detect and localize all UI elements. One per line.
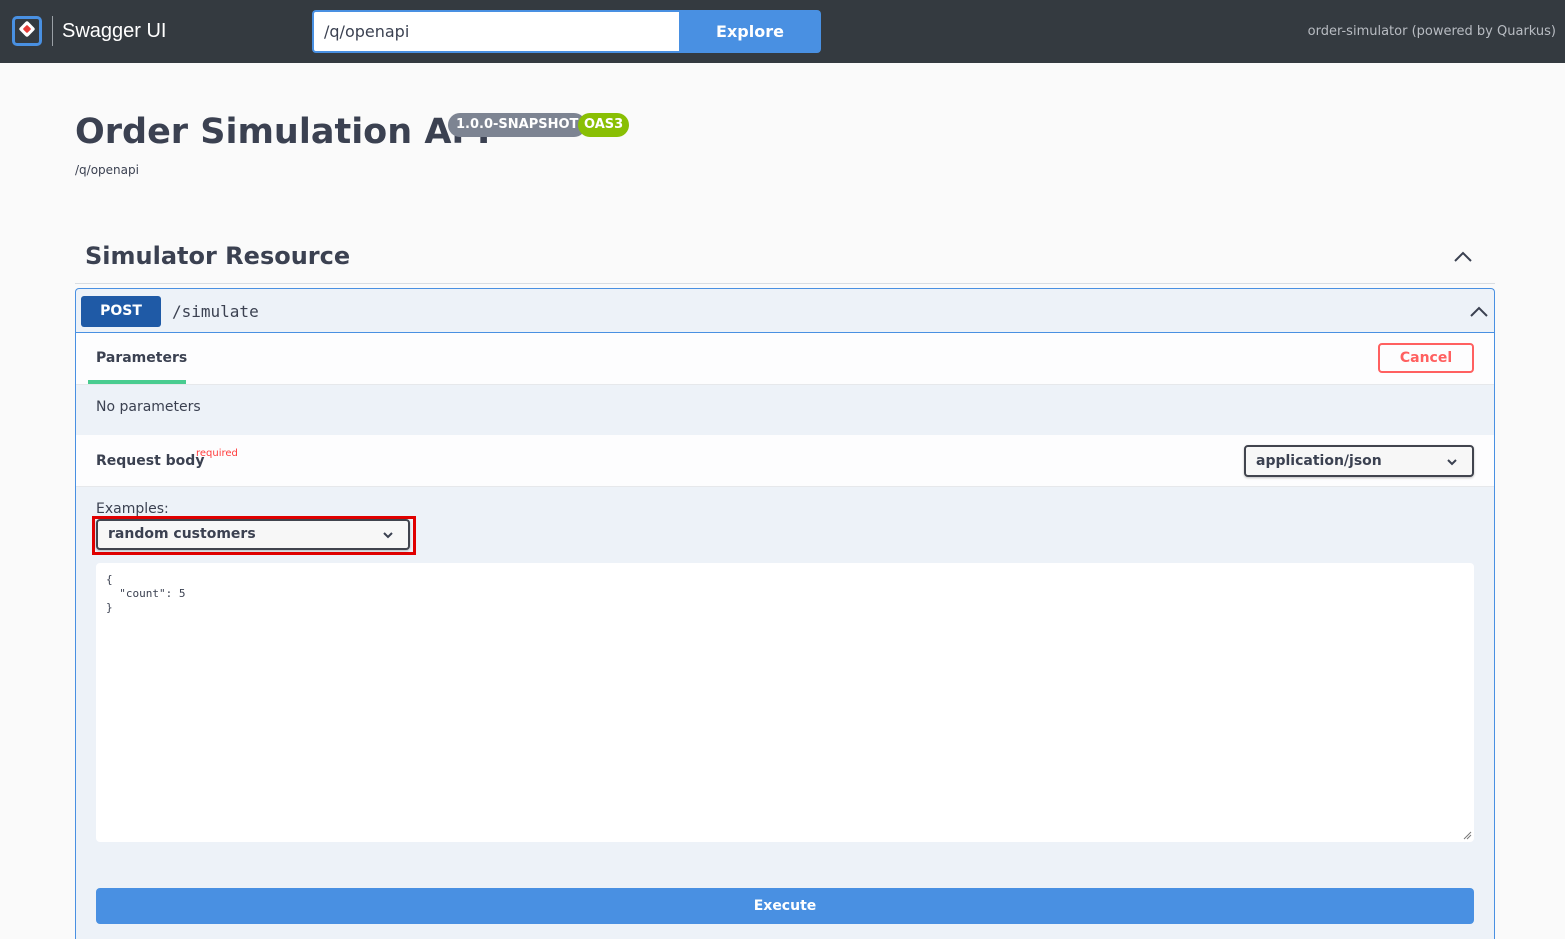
chevron-up-icon[interactable] [1470, 303, 1488, 321]
swagger-logo-icon[interactable] [12, 16, 42, 46]
opblock-post-simulate: POST /simulate Parameters Cancel No para… [75, 288, 1495, 939]
chevron-up-icon[interactable] [1453, 247, 1473, 267]
request-body-header: Request body required application/json [76, 435, 1494, 487]
tab-parameters-label: Parameters [96, 350, 188, 366]
content-type-value: application/json [1256, 453, 1382, 469]
spec-url-link[interactable]: /q/openapi [75, 163, 139, 177]
explore-button[interactable]: Explore [679, 10, 821, 53]
parameters-header: Parameters Cancel [76, 333, 1494, 385]
chevron-down-icon [1447, 459, 1457, 466]
cancel-button[interactable]: Cancel [1378, 343, 1474, 373]
examples-select[interactable]: random customers [96, 519, 410, 550]
resize-handle-icon[interactable] [1462, 830, 1472, 840]
execute-button[interactable]: Execute [96, 888, 1474, 924]
version-badge: 1.0.0-SNAPSHOT [448, 113, 587, 137]
topbar: Swagger UI Explore order-simulator (powe… [0, 0, 1565, 63]
request-body-editor[interactable]: { "count": 5 } [96, 563, 1474, 842]
method-badge: POST [81, 296, 161, 327]
required-marker: required [196, 448, 238, 459]
tag-title: Simulator Resource [85, 242, 351, 270]
chevron-down-icon [383, 532, 393, 539]
examples-select-value: random customers [108, 526, 256, 542]
opblock-summary[interactable]: POST /simulate [76, 289, 1494, 333]
examples-label: Examples: [96, 501, 169, 517]
tab-parameters[interactable]: Parameters [88, 333, 188, 384]
powered-by-text: order-simulator (powered by Quarkus) [1307, 24, 1556, 39]
api-title: Order Simulation API [75, 112, 491, 152]
request-body-label: Request body [96, 453, 205, 469]
oas-badge: OAS3 [578, 113, 630, 137]
logo-divider [52, 16, 53, 46]
tag-header-simulator-resource[interactable]: Simulator Resource [75, 229, 1495, 284]
brand-title[interactable]: Swagger UI [62, 20, 167, 43]
spec-url-input[interactable] [312, 10, 680, 53]
content-type-select[interactable]: application/json [1244, 445, 1474, 477]
operation-path: /simulate [172, 302, 259, 321]
request-body-text[interactable]: { "count": 5 } [106, 573, 185, 615]
no-parameters-text: No parameters [96, 399, 201, 415]
